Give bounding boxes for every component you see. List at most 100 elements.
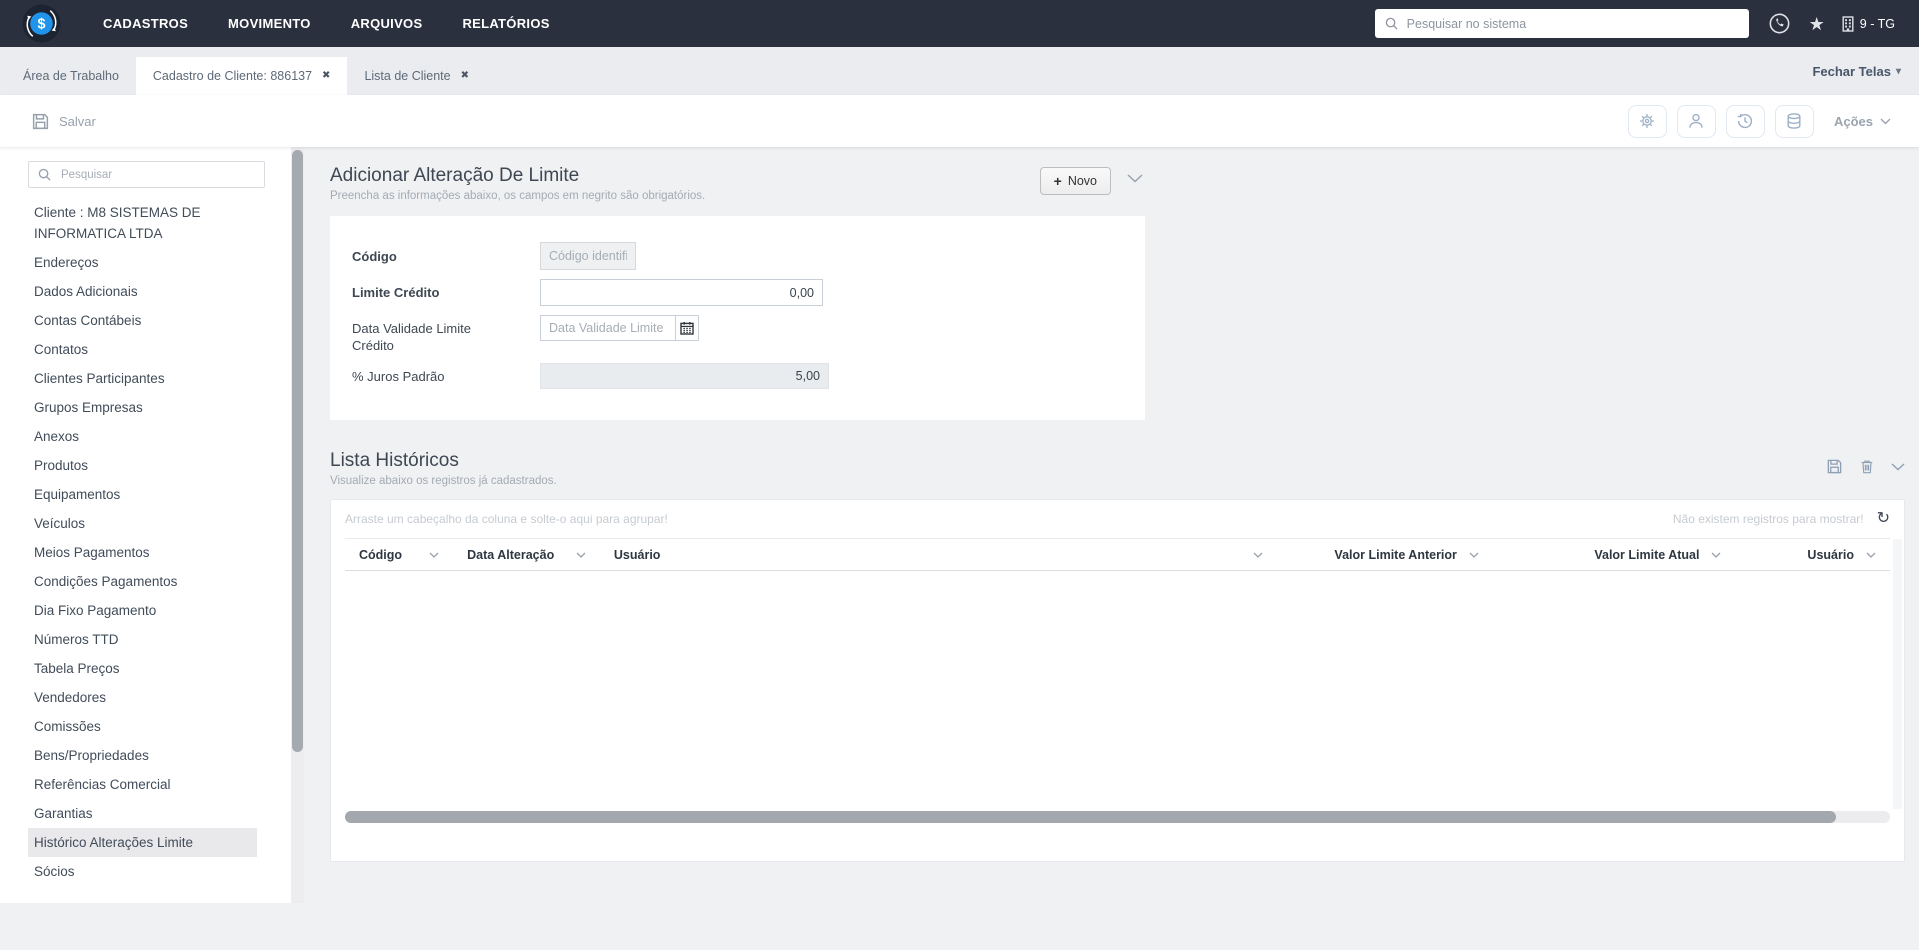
sidebar-item[interactable]: Endereços [28,248,257,277]
sidebar-item[interactable]: Contatos [28,335,257,364]
group-hint-text: Arraste um cabeçalho da coluna e solte-o… [345,512,668,526]
tab-label: Área de Trabalho [23,69,119,83]
sidebar-item[interactable]: Bens/Propriedades [28,741,257,770]
sidebar-item[interactable]: Veículos [28,509,257,538]
save-button[interactable]: Salvar [31,112,96,131]
sidebar-item[interactable]: Condições Pagamentos [28,567,257,596]
whatsapp-icon[interactable] [1767,11,1792,36]
add-limit-change-section: Adicionar Alteração De Limite Preencha a… [330,165,1145,420]
floppy-disk-icon [32,113,49,129]
sidebar-scrollbar-thumb[interactable] [292,150,303,752]
chevron-down-icon[interactable] [429,552,439,558]
settings-button[interactable] [1627,104,1667,138]
juros-padrao-field[interactable] [540,363,829,389]
data-validade-field[interactable] [540,315,676,341]
svg-text:$: $ [38,17,46,33]
toolbar-right-icons: Ações [1627,104,1903,138]
sidebar-item[interactable]: Comissões [28,712,257,741]
chevron-down-icon[interactable] [1253,552,1263,558]
grid-column-title: Valor Limite Anterior [1334,547,1457,562]
grid-header-row: Código Data Alteração Usuário Valor Limi… [345,538,1890,571]
grid-column-title: Código [359,547,403,562]
nav-item-arquivos[interactable]: ARQUIVOS [351,16,423,31]
favorites-star-icon[interactable]: ★ [1809,15,1825,33]
sidebar-search-input[interactable] [61,168,255,181]
history-button[interactable] [1725,104,1765,138]
sidebar-item[interactable]: Meios Pagamentos [28,538,257,567]
record-toolbar: Salvar Ações [0,95,1919,147]
grid-column-header[interactable]: Código [345,539,453,570]
collapse-section-chevron-icon[interactable] [1891,462,1905,471]
history-list-section: Lista Históricos Visualize abaixo os reg… [330,450,1905,862]
chevron-down-icon[interactable] [576,552,586,558]
trash-icon [1861,460,1873,474]
grid-column-title: Usuário [613,547,661,562]
global-search-input[interactable] [1406,16,1739,31]
sidebar-item[interactable]: Clientes Participantes [28,364,257,393]
grid-column-title: Valor Limite Atual [1594,547,1700,562]
sidebar-item[interactable]: Histórico Alterações Limite [28,828,257,857]
sidebar-item[interactable]: Contas Contábeis [28,306,257,335]
grid-column-header[interactable]: Usuário [1735,539,1890,570]
grid-column-header[interactable]: Valor Limite Atual [1493,539,1736,570]
nav-item-relatorios[interactable]: RELATÓRIOS [462,16,549,31]
tab-label: Cadastro de Cliente: 886137 [152,69,313,83]
calendar-button[interactable] [675,315,699,341]
actions-dropdown[interactable]: Ações [1834,114,1891,129]
grid-vertical-scrollbar-track [1893,539,1902,809]
save-list-button[interactable] [1826,458,1843,475]
sidebar-item[interactable]: Tabela Preços [28,654,257,683]
sidebar-item[interactable]: Números TTD [28,625,257,654]
grid-column-header[interactable]: Data Alteração [453,539,600,570]
caret-down-icon: ▾ [1895,65,1901,77]
sidebar-item[interactable]: Dados Adicionais [28,277,257,306]
nav-item-movimento[interactable]: MOVIMENTO [228,16,311,31]
sidebar-item[interactable]: Dia Fixo Pagamento [28,596,257,625]
sidebar-item[interactable]: Cliente : M8 SISTEMAS DE INFORMATICA LTD… [28,198,257,248]
limite-credito-field[interactable] [540,279,823,306]
user-button[interactable] [1676,104,1716,138]
sidebar-item[interactable]: Anexos [28,422,257,451]
close-screens-dropdown[interactable]: Fechar Telas ▾ [1812,64,1901,79]
sidebar-item[interactable]: Grupos Empresas [28,393,257,422]
delete-button[interactable] [1859,458,1875,475]
client-sections-sidebar: Cliente : M8 SISTEMAS DE INFORMATICA LTD… [0,147,291,903]
sidebar-item[interactable]: Sócios [28,857,257,886]
database-icon [1787,113,1801,129]
grid-column-title: Data Alteração [467,547,555,562]
app-logo-dollar-icon[interactable]: $ [22,4,61,43]
close-screens-label: Fechar Telas [1812,63,1891,79]
chevron-down-icon[interactable] [1866,552,1876,558]
codigo-field[interactable] [540,242,636,270]
new-button-label: Novo [1067,174,1097,188]
sidebar-item[interactable]: Produtos [28,451,257,480]
close-icon[interactable]: ✖ [322,71,330,81]
chevron-down-icon[interactable] [1469,552,1479,558]
sidebar-item[interactable]: Vendedores [28,683,257,712]
tab-area-de-trabalho[interactable]: Área de Trabalho [6,57,136,95]
tab-cadastro-de-cliente[interactable]: Cadastro de Cliente: 886137 ✖ [135,57,348,95]
database-button[interactable] [1774,104,1814,138]
grid-column-title: Usuário [1807,547,1854,562]
collapse-section-chevron-icon[interactable] [1127,174,1143,183]
form-row-codigo: Código [352,242,1145,270]
grid-column-header[interactable]: Usuário [600,539,1277,570]
empty-message: Não existem registros para mostrar! [1672,512,1864,526]
new-button[interactable]: + Novo [1039,167,1111,195]
refresh-icon[interactable]: ↻ [1877,511,1890,527]
company-label: 9 - TG [1859,16,1895,31]
grid-column-header[interactable]: Valor Limite Anterior [1277,539,1493,570]
grid-horizontal-scrollbar-thumb[interactable] [345,811,1836,823]
sidebar-item[interactable]: Referências Comercial [28,770,257,799]
close-icon[interactable]: ✖ [461,71,469,81]
section-header: Lista Históricos Visualize abaixo os reg… [330,450,1905,487]
section-title: Adicionar Alteração De Limite [330,165,580,186]
sidebar-menu: Cliente : M8 SISTEMAS DE INFORMATICA LTD… [0,198,291,886]
sidebar-item[interactable]: Garantias [28,799,257,828]
nav-item-cadastros[interactable]: CADASTROS [103,16,188,31]
tab-label: Lista de Cliente [364,69,451,83]
company-selector[interactable]: 9 - TG [1842,15,1895,32]
sidebar-item[interactable]: Equipamentos [28,480,257,509]
chevron-down-icon[interactable] [1711,552,1721,558]
tab-lista-de-cliente[interactable]: Lista de Cliente ✖ [347,57,486,95]
